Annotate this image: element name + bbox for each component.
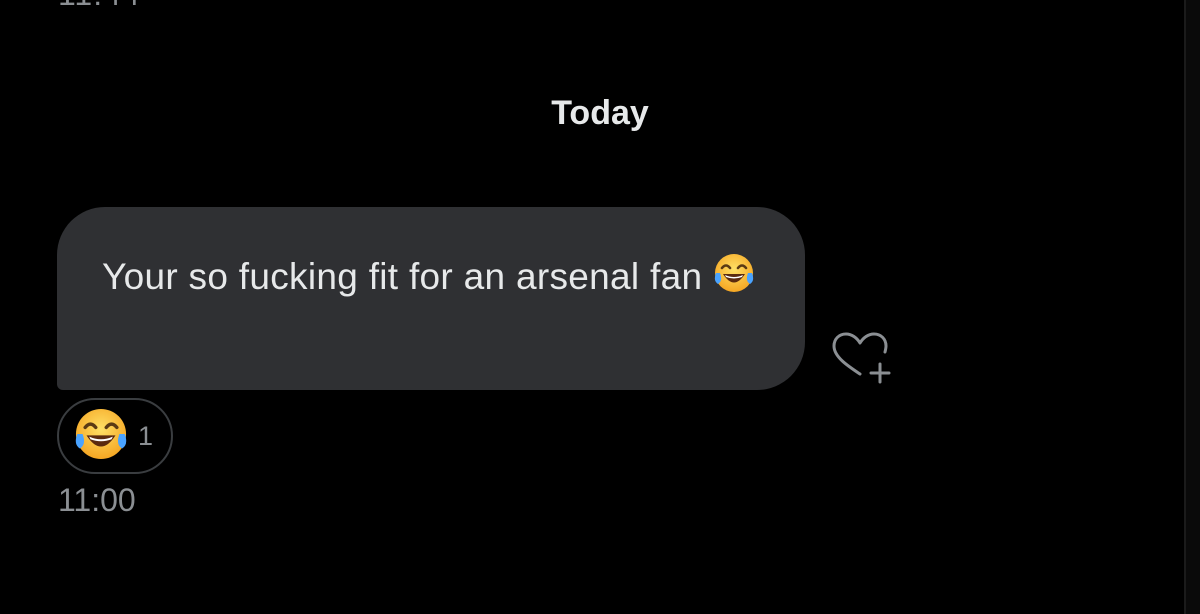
reaction-count: 1	[138, 420, 154, 451]
scrollbar-track[interactable]	[1184, 0, 1200, 614]
heart-plus-icon	[832, 332, 891, 384]
tears-of-joy-emoji-icon	[712, 251, 756, 310]
message-bubble[interactable]: Your so fucking fit for an arsenal fan	[57, 207, 805, 390]
tears-of-joy-emoji-icon	[72, 405, 130, 468]
message-text: Your so fucking fit for an arsenal fan	[102, 254, 756, 297]
message-timestamp: 11:00	[58, 482, 136, 518]
date-divider: Today	[551, 94, 649, 132]
reaction-pill[interactable]: 1	[57, 398, 173, 474]
add-reaction-button[interactable]	[830, 330, 892, 386]
message-text-content: Your so fucking fit for an arsenal fan	[102, 256, 703, 297]
previous-message-timestamp: 11:44	[58, 0, 141, 13]
